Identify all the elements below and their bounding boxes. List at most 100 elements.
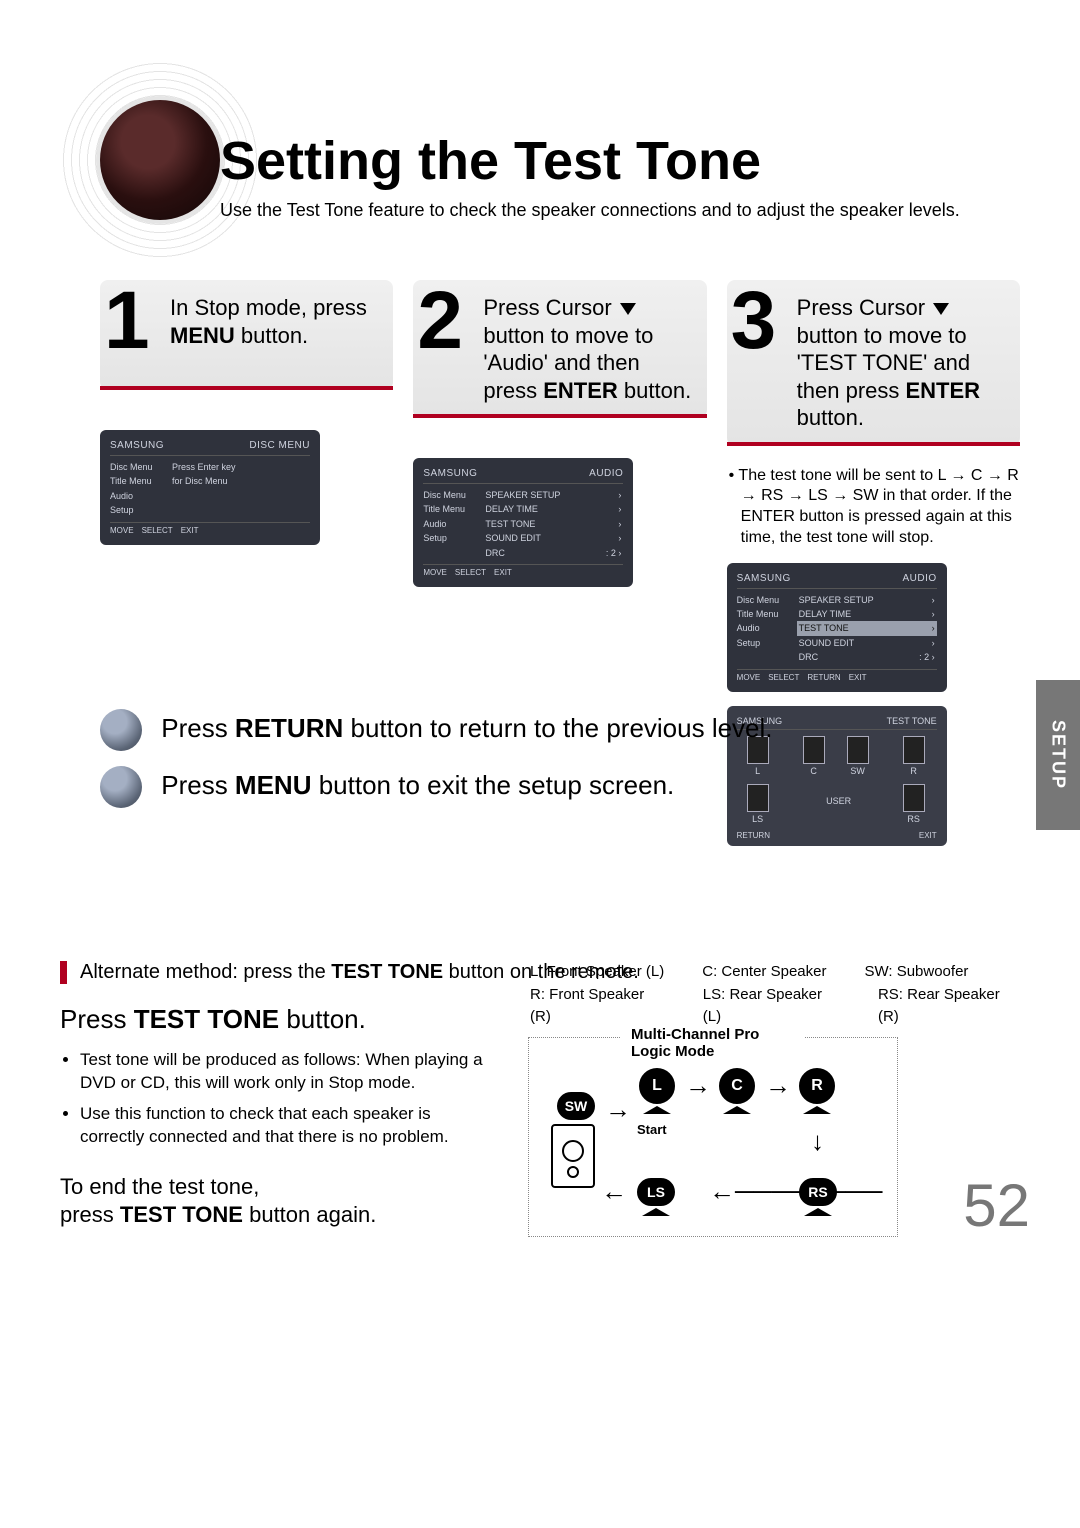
flow-node-c: C xyxy=(719,1068,755,1104)
legend-RS: RS: Rear Speaker (R) xyxy=(878,984,1020,1029)
pedestal-icon xyxy=(804,1208,832,1216)
osd2-foot-0: MOVE xyxy=(423,568,447,577)
arrow-right-icon: → xyxy=(685,1072,711,1098)
legend-C: C: Center Speaker xyxy=(702,961,826,984)
osd2-nav-1: Title Menu xyxy=(423,502,477,516)
step-3-number: 3 xyxy=(731,284,777,358)
osd1-msg2: for Disc Menu xyxy=(172,474,228,488)
step-3-note: • The test tone will be sent to L → C → … xyxy=(727,466,1020,549)
osd2-item-3-r: › xyxy=(618,531,621,545)
speaker-legend: L: Front Speaker (L) C: Center Speaker S… xyxy=(530,961,1020,1029)
osd2-brand: SAMSUNG xyxy=(423,468,477,479)
step-3-bold: ENTER xyxy=(906,378,981,403)
menu-pre: Press xyxy=(161,770,235,800)
step-1-text-post: button. xyxy=(235,323,308,348)
pedestal-icon xyxy=(803,1106,831,1114)
osd2-item-4-r: : 2 › xyxy=(606,546,622,560)
flow-node-rs: RS xyxy=(799,1178,837,1206)
page-number: 52 xyxy=(963,1171,1030,1240)
osd3-item-0: SPEAKER SETUP xyxy=(799,593,874,607)
step-2-number: 2 xyxy=(417,284,463,358)
osd1-nav-title: Title Menu xyxy=(110,474,164,488)
cursor-down-icon xyxy=(933,303,949,315)
osd3-foot-3: EXIT xyxy=(849,673,867,682)
osd4-spk-c xyxy=(803,736,825,764)
return-menu-block: Press RETURN button to return to the pre… xyxy=(100,700,773,814)
osd1-foot-select: SELECT xyxy=(142,526,173,535)
bullet-sphere-icon xyxy=(100,766,142,808)
flow-diagram: Multi-Channel Pro Logic Mode SW L → C → … xyxy=(528,1037,898,1237)
bullet-1: Test tone will be produced as follows: W… xyxy=(80,1049,490,1095)
end-line2-pre: press xyxy=(60,1202,120,1227)
cursor-down-icon xyxy=(620,303,636,315)
pedestal-icon xyxy=(642,1208,670,1216)
step-3-accent-bar xyxy=(727,442,1020,446)
osd1-nav-setup: Setup xyxy=(110,503,164,517)
osd-screenshot-1: SAMSUNGDISC MENU Disc Menu Title Menu Au… xyxy=(100,430,320,545)
osd4-lbl-c: C xyxy=(802,766,826,776)
step-1-accent-bar xyxy=(100,386,393,390)
osd1-foot-exit: EXIT xyxy=(181,526,199,535)
pedestal-icon xyxy=(643,1106,671,1114)
step-1-number: 1 xyxy=(104,284,150,358)
osd2-nav-2: Audio xyxy=(423,517,477,531)
flow-start-label: Start xyxy=(637,1122,667,1137)
osd2-item-0-r: › xyxy=(618,488,621,502)
ptt-pre: Press xyxy=(60,1004,134,1034)
osd2-item-4: DRC xyxy=(485,546,505,560)
osd4-spk-r xyxy=(903,736,925,764)
alt-bold: TEST TONE xyxy=(331,961,443,983)
flow-node-l: L xyxy=(639,1068,675,1104)
osd2-item-3: SOUND EDIT xyxy=(485,531,541,545)
osd1-title: DISC MENU xyxy=(249,440,310,451)
osd2-nav-0: Disc Menu xyxy=(423,488,477,502)
osd-screenshot-2: SAMSUNGAUDIO Disc Menu Title Menu Audio … xyxy=(413,458,633,587)
side-tab-setup: SETUP xyxy=(1036,680,1080,830)
osd3-nav-1: Title Menu xyxy=(737,607,791,621)
osd3-item-3: SOUND EDIT xyxy=(799,636,855,650)
step-3-pre: Press Cursor xyxy=(797,295,931,320)
osd3-item-0-r: › xyxy=(932,593,935,607)
legend-L: L: Front Speaker (L) xyxy=(530,961,664,984)
menu-line: Press MENU button to exit the setup scre… xyxy=(100,757,773,814)
osd3-item-2-r: › xyxy=(932,621,935,635)
step-2-accent-bar xyxy=(413,414,706,418)
osd4-spk-rs xyxy=(903,784,925,812)
menu-post: button to exit the setup screen. xyxy=(311,770,674,800)
test-tone-bullets: Test tone will be produced as follows: W… xyxy=(60,1049,490,1149)
ptt-bold: TEST TONE xyxy=(134,1004,279,1034)
end-line2-post: button again. xyxy=(243,1202,376,1227)
osd1-foot-move: MOVE xyxy=(110,526,134,535)
osd3-nav-2: Audio xyxy=(737,621,791,635)
osd4-foot-1: EXIT xyxy=(919,831,937,840)
step-2-bold: ENTER xyxy=(543,378,618,403)
arrow-left-icon: ← xyxy=(601,1178,627,1204)
return-pre: Press xyxy=(161,713,235,743)
step-1-text-pre: In Stop mode, press xyxy=(170,295,367,320)
osd1-nav-disc: Disc Menu xyxy=(110,460,164,474)
flow-node-sw: SW xyxy=(557,1092,595,1120)
flow-title: Multi-Channel Pro Logic Mode xyxy=(621,1026,805,1060)
osd3-foot-1: SELECT xyxy=(768,673,799,682)
flow-node-r: R xyxy=(799,1068,835,1104)
osd2-item-1: DELAY TIME xyxy=(485,502,538,516)
osd4-lbl-sw: SW xyxy=(846,766,870,776)
osd2-item-1-r: › xyxy=(618,502,621,516)
legend-R: R: Front Speaker (R) xyxy=(530,984,665,1029)
arrow-right-icon: → xyxy=(605,1096,631,1122)
step-3-end: button. xyxy=(797,405,864,430)
osd2-item-2: TEST TONE xyxy=(485,517,535,531)
lower-section: Alternate method: press the TEST TONE bu… xyxy=(60,960,1020,1230)
osd2-foot-1: SELECT xyxy=(455,568,486,577)
osd4-foot-0: RETURN xyxy=(737,831,770,840)
osd3-foot-2: RETURN xyxy=(807,673,840,682)
osd4-lbl-user: USER xyxy=(824,796,854,806)
end-line2-bold: TEST TONE xyxy=(120,1202,243,1227)
osd2-title: AUDIO xyxy=(589,468,623,479)
legend-LS: LS: Rear Speaker (L) xyxy=(703,984,840,1029)
return-line: Press RETURN button to return to the pre… xyxy=(100,700,773,757)
step-1-bold: MENU xyxy=(170,323,235,348)
osd1-nav-audio: Audio xyxy=(110,489,164,503)
osd-screenshot-3: SAMSUNGAUDIO Disc Menu Title Menu Audio … xyxy=(727,563,947,692)
osd2-item-2-r: › xyxy=(618,517,621,531)
